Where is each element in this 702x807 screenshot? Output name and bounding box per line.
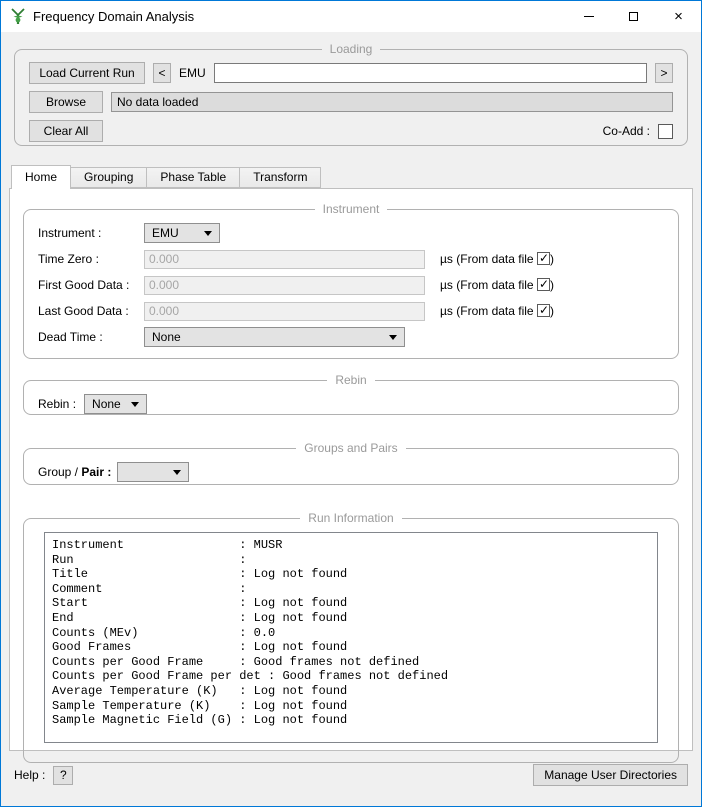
rebin-select-value: None (92, 397, 121, 411)
instrument-select[interactable]: EMU (144, 223, 220, 243)
time-zero-from-file-checkbox[interactable] (537, 252, 550, 265)
last-good-data-label: Last Good Data : (38, 304, 144, 318)
rebin-select[interactable]: None (84, 394, 147, 414)
rebin-label: Rebin : (38, 397, 76, 411)
last-good-data-from-file-checkbox[interactable] (537, 304, 550, 317)
browse-button[interactable]: Browse (29, 91, 103, 113)
window-title: Frequency Domain Analysis (33, 9, 194, 24)
tab-home[interactable]: Home (11, 165, 71, 189)
instrument-select-value: EMU (152, 226, 179, 240)
chevron-down-icon (173, 470, 181, 475)
tab-grouping[interactable]: Grouping (70, 167, 147, 188)
first-good-data-label: First Good Data : (38, 278, 144, 292)
footer-bar: Help : ? Manage User Directories (14, 764, 688, 786)
tab-phase-table[interactable]: Phase Table (146, 167, 240, 188)
maximize-icon (629, 12, 638, 21)
last-good-data-unit-label: µs (From data file ) (440, 304, 554, 318)
loading-groupbox: Loading Load Current Run < EMU > Browse … (14, 42, 688, 146)
coadd-label: Co-Add : (603, 124, 650, 138)
title-bar: Frequency Domain Analysis × (1, 1, 701, 32)
muon-app-icon (9, 7, 27, 27)
minimize-button[interactable] (566, 1, 611, 32)
groups-pairs-legend: Groups and Pairs (296, 441, 405, 455)
group-pair-label: Group / Pair : (38, 465, 111, 479)
file-status-field: No data loaded (111, 92, 673, 112)
run-information-panel: Instrument : MUSR Run : Title : Log not … (44, 532, 658, 743)
frequency-domain-analysis-window: Frequency Domain Analysis × Loading Load… (0, 0, 702, 807)
run-number-input[interactable] (214, 63, 647, 83)
tab-bar: Home Grouping Phase Table Transform (9, 164, 693, 188)
clear-all-button[interactable]: Clear All (29, 120, 103, 142)
group-pair-select[interactable] (117, 462, 189, 482)
minimize-icon (584, 16, 594, 17)
instrument-prefix-label: EMU (179, 66, 206, 80)
time-zero-field: 0.000 (144, 250, 425, 269)
time-zero-unit-label: µs (From data file ) (440, 252, 554, 266)
help-button[interactable]: ? (53, 766, 73, 785)
first-good-data-from-file-checkbox[interactable] (537, 278, 550, 291)
chevron-down-icon (204, 231, 212, 236)
window-controls: × (566, 1, 701, 32)
coadd-checkbox[interactable] (658, 124, 673, 139)
instrument-legend: Instrument (315, 202, 388, 216)
instrument-groupbox: Instrument Instrument : EMU Time Zero : … (23, 202, 679, 359)
manage-user-directories-button[interactable]: Manage User Directories (533, 764, 688, 786)
close-icon: × (674, 9, 683, 24)
time-zero-label: Time Zero : (38, 252, 144, 266)
run-information-text: Instrument : MUSR Run : Title : Log not … (52, 538, 650, 728)
chevron-down-icon (131, 402, 139, 407)
dead-time-select-value: None (152, 330, 181, 344)
run-information-legend: Run Information (300, 511, 401, 525)
groups-pairs-groupbox: Groups and Pairs Group / Pair : (23, 441, 679, 485)
loading-legend: Loading (322, 42, 381, 56)
dead-time-label: Dead Time : (38, 330, 144, 344)
next-run-button[interactable]: > (655, 63, 673, 83)
run-information-groupbox: Run Information Instrument : MUSR Run : … (23, 511, 679, 763)
previous-run-button[interactable]: < (153, 63, 171, 83)
last-good-data-field: 0.000 (144, 302, 425, 321)
rebin-groupbox: Rebin Rebin : None (23, 373, 679, 415)
dead-time-select[interactable]: None (144, 327, 405, 347)
load-current-run-button[interactable]: Load Current Run (29, 62, 145, 84)
first-good-data-field: 0.000 (144, 276, 425, 295)
instrument-label: Instrument : (38, 226, 144, 240)
first-good-data-unit-label: µs (From data file ) (440, 278, 554, 292)
rebin-legend: Rebin (327, 373, 374, 387)
tab-transform[interactable]: Transform (239, 167, 321, 188)
home-tab-panel: Instrument Instrument : EMU Time Zero : … (9, 188, 693, 751)
help-label: Help : (14, 768, 45, 782)
maximize-button[interactable] (611, 1, 656, 32)
chevron-down-icon (389, 335, 397, 340)
close-button[interactable]: × (656, 1, 701, 32)
